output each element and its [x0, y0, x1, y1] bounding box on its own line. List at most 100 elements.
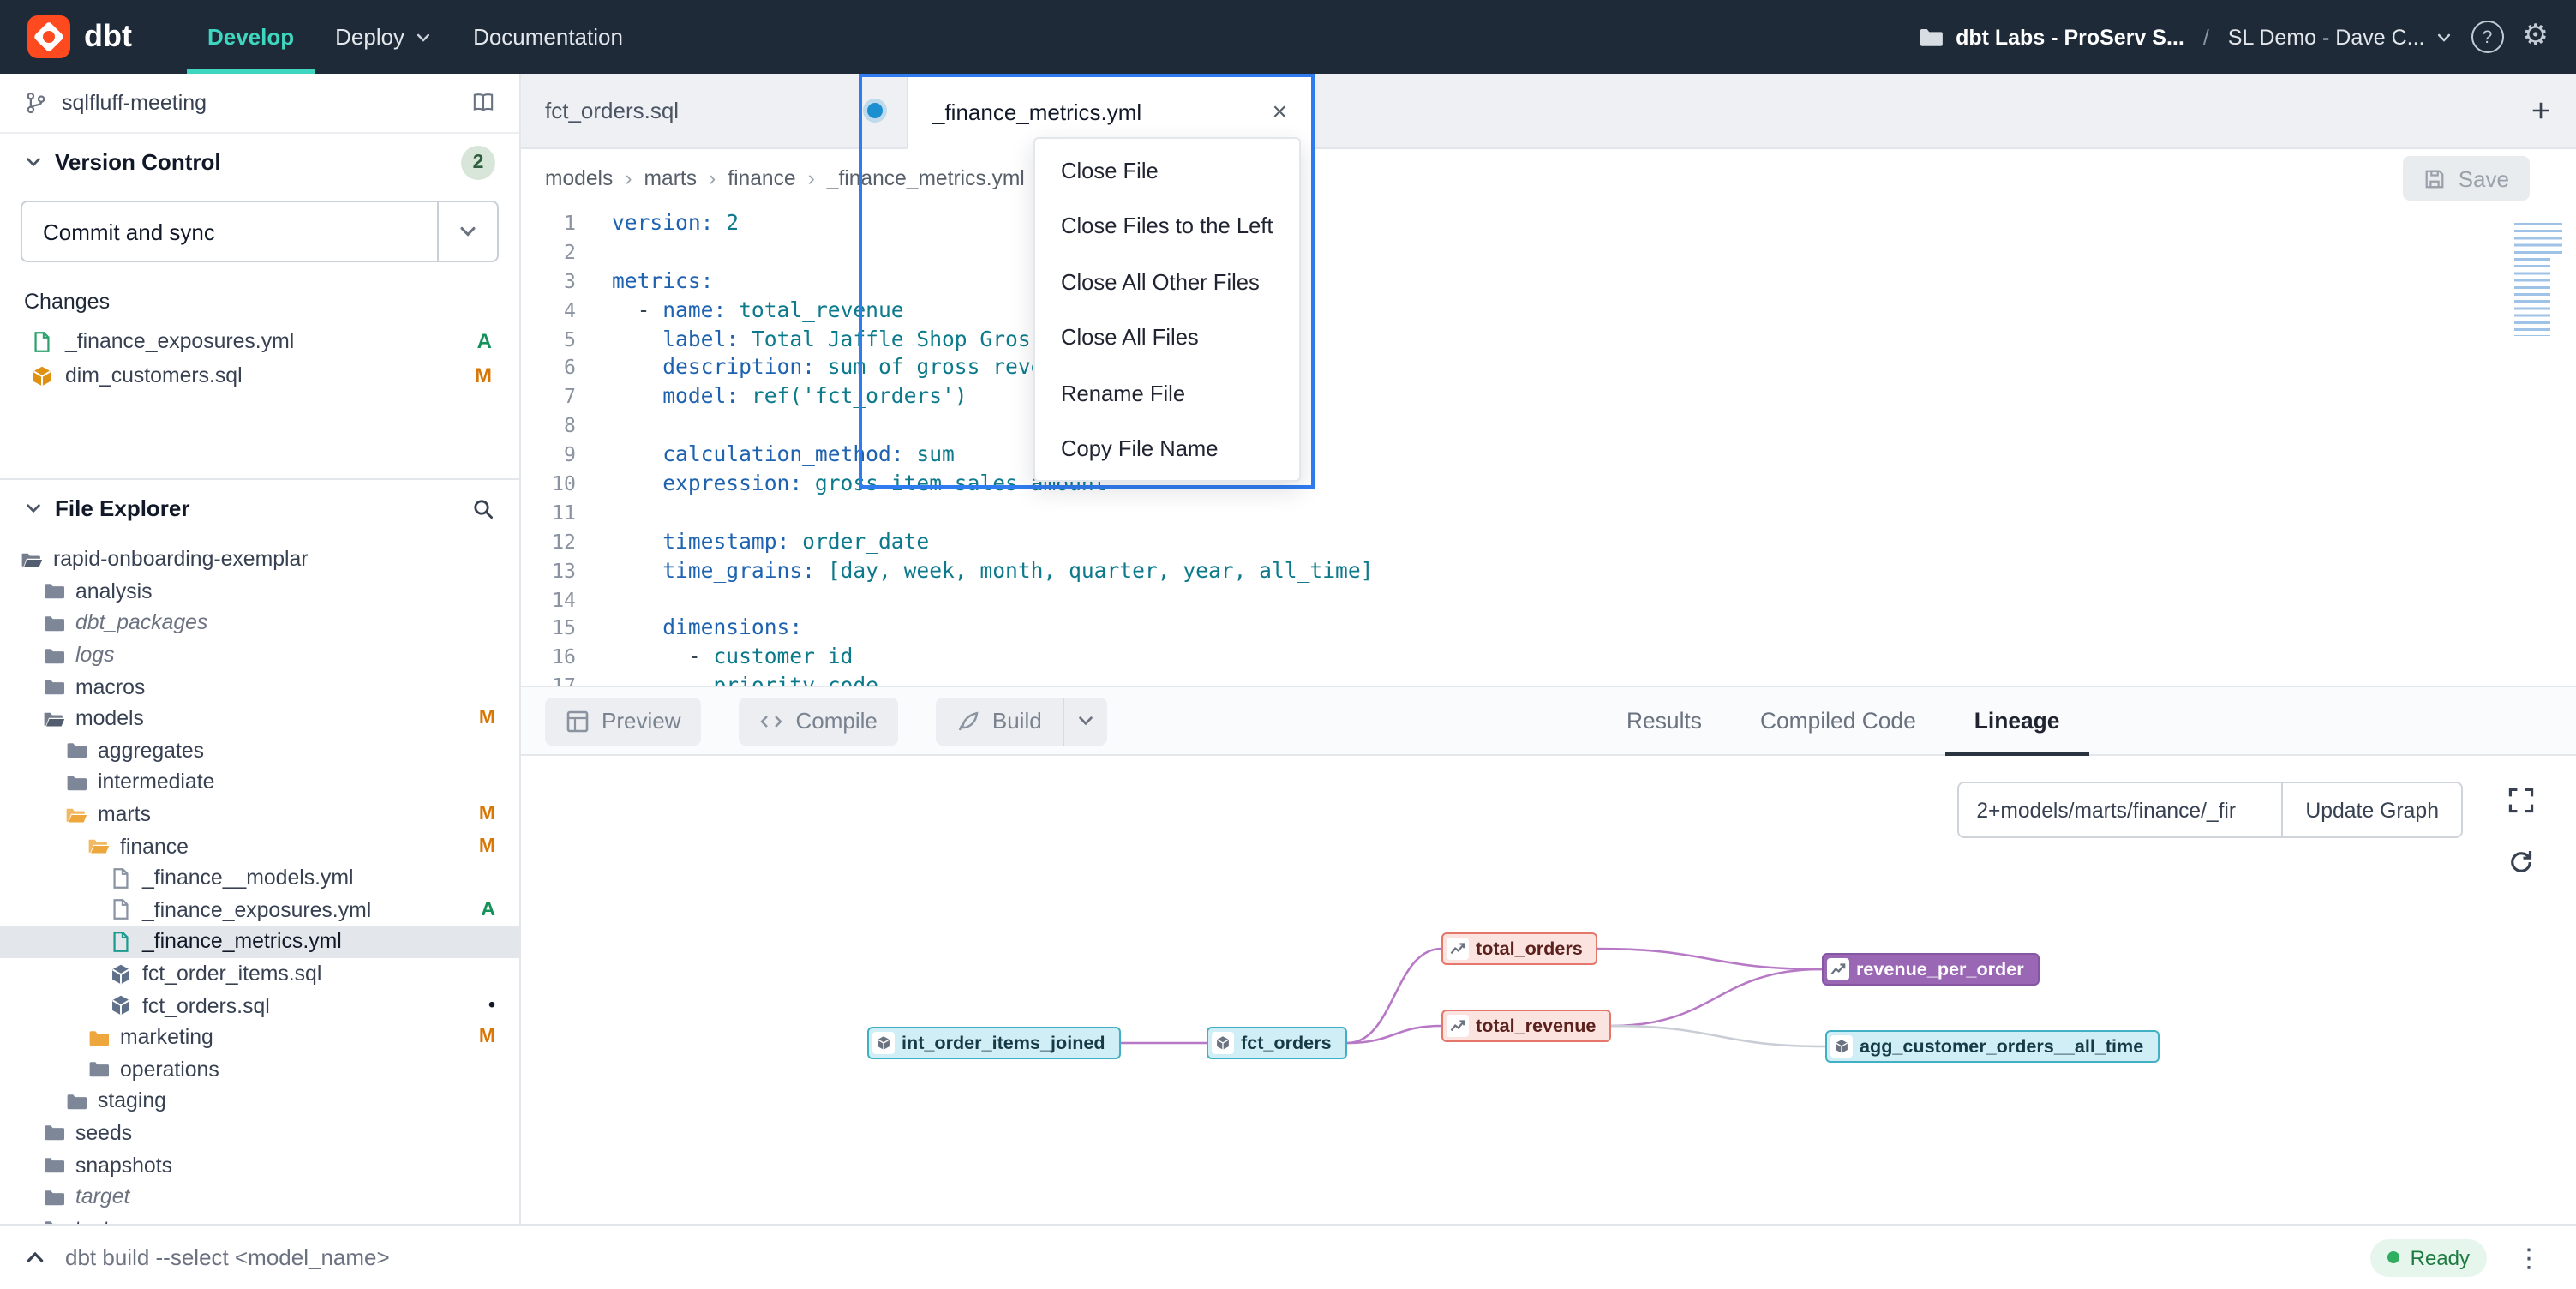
menu-item-close-all-other-files[interactable]: Close All Other Files	[1035, 254, 1299, 309]
nav-link-develop[interactable]: Develop	[187, 0, 315, 74]
nav-right: dbt Labs - ProServ S... / SL Demo - Dave…	[1918, 0, 2576, 74]
folder-icon	[21, 549, 43, 571]
lineage-node-revenue_per_order[interactable]: revenue_per_order	[1822, 953, 2040, 986]
search-icon[interactable]	[471, 496, 495, 520]
tree-item-intermediate[interactable]: intermediate	[0, 766, 519, 798]
expand-command-bar-button[interactable]	[24, 1246, 46, 1268]
lineage-selector-input[interactable]	[1959, 783, 2281, 836]
chevron-down-icon	[24, 153, 43, 171]
commit-and-sync-button[interactable]: Commit and sync	[21, 201, 499, 262]
menu-item-close-file[interactable]: Close File	[1035, 142, 1299, 198]
nav-link-deploy[interactable]: Deploy	[315, 0, 452, 74]
code-editor[interactable]: 1version: 223metrics:4 - name: total_rev…	[521, 207, 2576, 686]
dbt-logo[interactable]: dbt	[0, 0, 153, 74]
line-number: 5	[521, 325, 576, 354]
tree-item-tests[interactable]: tests	[0, 1213, 519, 1224]
code-line: 4 - name: total_revenue	[521, 296, 2576, 325]
tree-item-macros[interactable]: macros	[0, 671, 519, 703]
status-dot-icon	[2388, 1251, 2400, 1263]
build-icon	[956, 709, 980, 733]
version-control-header[interactable]: Version Control 2	[0, 134, 519, 190]
nav-link-documentation[interactable]: Documentation	[452, 0, 644, 74]
menu-item-close-files-to-the-left[interactable]: Close Files to the Left	[1035, 198, 1299, 254]
breadcrumb-item-finance-metrics-yml[interactable]: _finance_metrics.yml	[827, 166, 1025, 190]
file-explorer-header[interactable]: File Explorer	[0, 480, 519, 537]
preview-button[interactable]: Preview	[545, 697, 702, 745]
panel-tab-results[interactable]: Results	[1597, 687, 1731, 754]
tree-item-finance-metrics-yml[interactable]: _finance_metrics.yml	[0, 926, 519, 957]
panel-tab-lineage[interactable]: Lineage	[1945, 687, 2089, 754]
tree-item-label: snapshots	[75, 1153, 172, 1177]
file-explorer-title: File Explorer	[55, 495, 190, 521]
status-badge: Ready	[2371, 1238, 2487, 1276]
update-graph-button[interactable]: Update Graph	[2281, 783, 2461, 836]
project-switcher[interactable]: SL Demo - Dave C...	[2228, 25, 2453, 49]
settings-gear-icon[interactable]: ⚙	[2523, 22, 2549, 51]
tree-item-logs[interactable]: logs	[0, 639, 519, 671]
save-button[interactable]: Save	[2404, 156, 2530, 201]
tree-item-label: analysis	[75, 579, 153, 603]
menu-item-rename-file[interactable]: Rename File	[1035, 365, 1299, 421]
nav-link-label: Develop	[207, 24, 294, 50]
menu-item-copy-file-name[interactable]: Copy File Name	[1035, 421, 1299, 477]
tree-item-seeds[interactable]: seeds	[0, 1117, 519, 1148]
change-item-dim-customers-sql[interactable]: dim_customers.sqlM	[0, 358, 519, 393]
breadcrumb-row: models›marts›finance›_finance_metrics.ym…	[521, 149, 2576, 207]
change-item-finance-exposures-yml[interactable]: _finance_exposures.ymlA	[0, 324, 519, 358]
tree-item-dbt-packages[interactable]: dbt_packages	[0, 607, 519, 639]
tree-item-finance-exposures-yml[interactable]: _finance_exposures.ymlA	[0, 894, 519, 926]
chevron-up-icon	[24, 1246, 46, 1268]
chevron-down-icon	[1076, 711, 1095, 730]
lineage-edge	[1597, 949, 1822, 969]
tree-item-aggregates[interactable]: aggregates	[0, 734, 519, 766]
tree-item-operations[interactable]: operations	[0, 1053, 519, 1085]
tree-item-fct-orders-sql[interactable]: fct_orders.sql•	[0, 990, 519, 1022]
lineage-node-total_orders[interactable]: total_orders	[1441, 932, 1598, 965]
build-options-caret[interactable]	[1063, 697, 1107, 745]
editor-tab-fct-orders-sql[interactable]: fct_orders.sql	[521, 74, 908, 147]
breadcrumb-item-marts[interactable]: marts	[644, 166, 698, 190]
build-button[interactable]: Build	[936, 697, 1063, 745]
line-number: 13	[521, 556, 576, 585]
tree-item-marketing[interactable]: marketingM	[0, 1022, 519, 1053]
lineage-node-agg_customer_orders__all_time[interactable]: agg_customer_orders__all_time	[1825, 1030, 2159, 1063]
minimap[interactable]	[2514, 223, 2562, 336]
breadcrumb-item-finance[interactable]: finance	[728, 166, 795, 190]
new-tab-button[interactable]	[2504, 74, 2576, 147]
tree-item-rapid-onboarding-exemplar[interactable]: rapid-onboarding-exemplar	[0, 543, 519, 575]
overflow-menu-icon[interactable]: ⋮	[2506, 1240, 2552, 1274]
menu-item-close-all-files[interactable]: Close All Files	[1035, 309, 1299, 365]
code-line: 13 time_grains: [day, week, month, quart…	[521, 556, 2576, 585]
code-icon	[760, 709, 784, 733]
reset-view-button[interactable]	[2499, 840, 2543, 884]
tree-item-target[interactable]: target	[0, 1181, 519, 1213]
commit-options-caret[interactable]	[437, 202, 497, 261]
node-label: revenue_per_order	[1856, 959, 2024, 980]
lineage-node-int_order_items_joined[interactable]: int_order_items_joined	[867, 1027, 1121, 1059]
node-label: total_revenue	[1476, 1016, 1596, 1036]
lineage-node-fct_orders[interactable]: fct_orders	[1207, 1027, 1347, 1059]
tree-item-label: macros	[75, 674, 145, 698]
tree-item-models[interactable]: modelsM	[0, 703, 519, 734]
tree-item-staging[interactable]: staging	[0, 1085, 519, 1117]
panel-tab-compiled-code[interactable]: Compiled Code	[1731, 687, 1945, 754]
tree-item-finance-models-yml[interactable]: _finance__models.yml	[0, 862, 519, 894]
close-tab-icon[interactable]: ×	[1272, 99, 1287, 124]
change-item-label: _finance_exposures.yml	[65, 329, 294, 353]
folder-icon	[87, 1026, 110, 1048]
help-button[interactable]: ?	[2471, 21, 2504, 53]
docs-book-icon[interactable]	[471, 91, 495, 115]
tree-item-finance[interactable]: financeM	[0, 830, 519, 862]
tree-item-fct-order-items-sql[interactable]: fct_order_items.sql	[0, 957, 519, 989]
command-input[interactable]: dbt build --select <model_name>	[65, 1244, 390, 1270]
compile-button[interactable]: Compile	[740, 697, 898, 745]
line-number: 10	[521, 470, 576, 499]
tree-item-snapshots[interactable]: snapshots	[0, 1149, 519, 1181]
account-switcher[interactable]: dbt Labs - ProServ S...	[1918, 24, 2184, 50]
tree-item-analysis[interactable]: analysis	[0, 575, 519, 607]
lineage-edge	[1611, 1026, 1825, 1046]
lineage-node-total_revenue[interactable]: total_revenue	[1441, 1010, 1611, 1042]
fullscreen-button[interactable]	[2499, 778, 2543, 823]
tree-item-marts[interactable]: martsM	[0, 799, 519, 830]
breadcrumb-item-models[interactable]: models	[545, 166, 613, 190]
